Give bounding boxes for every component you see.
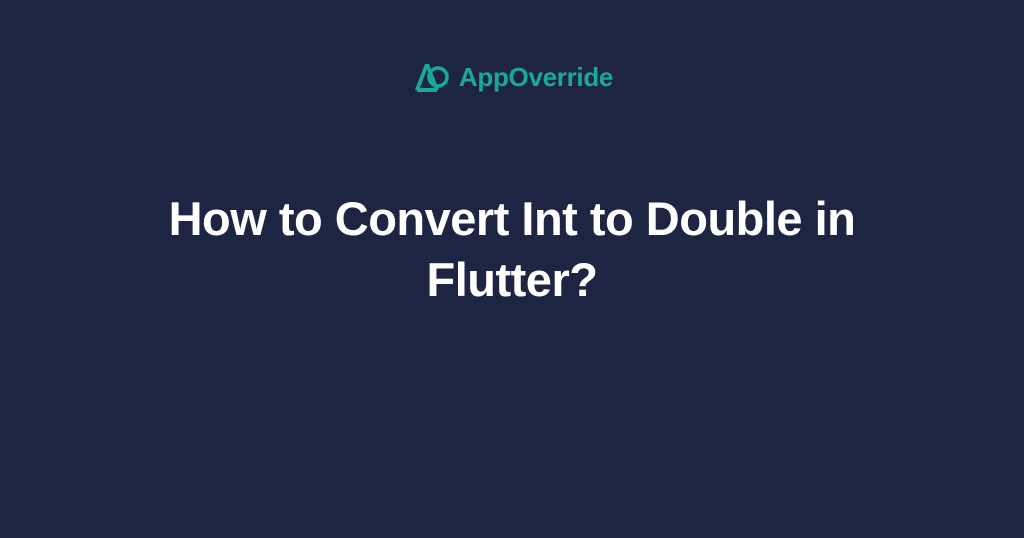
page-title: How to Convert Int to Double in Flutter? (152, 188, 872, 310)
appoverride-logo-icon (411, 58, 449, 96)
brand-logo: AppOverride (411, 58, 613, 96)
brand-name: AppOverride (459, 62, 613, 93)
